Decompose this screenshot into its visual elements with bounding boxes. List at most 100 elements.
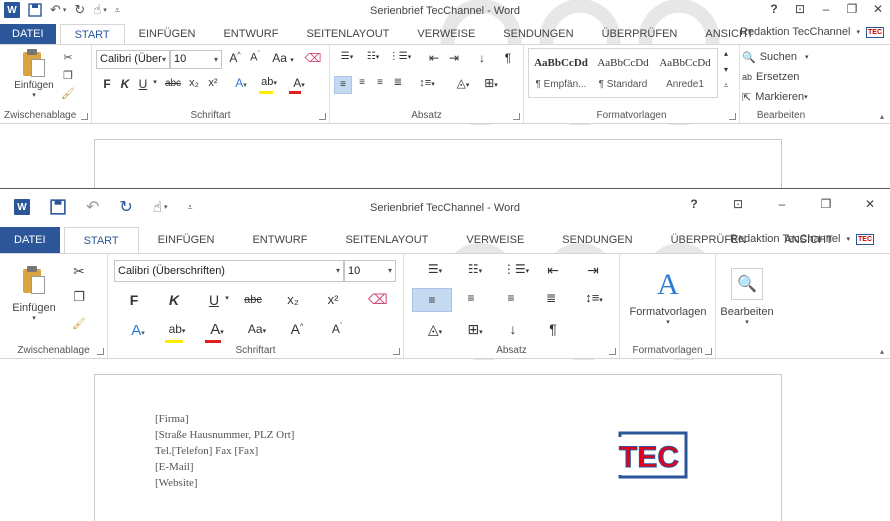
align-center-button[interactable]: ≡ xyxy=(354,77,370,88)
bold-button[interactable]: F xyxy=(126,292,142,308)
show-marks-icon[interactable]: ¶ xyxy=(500,51,516,65)
account-name[interactable]: Redaktion TecChannel xyxy=(730,233,840,245)
numbering-icon[interactable]: ☷▾ xyxy=(362,51,384,62)
font-launcher-icon[interactable] xyxy=(319,113,326,120)
tab-start[interactable]: START xyxy=(63,227,139,254)
multilevel-list-icon[interactable]: ⋮☰▾ xyxy=(502,262,530,276)
tab-verweise[interactable]: VERWEISE xyxy=(447,227,543,253)
decrease-indent-icon[interactable]: ⇤ xyxy=(544,262,562,279)
styles-launcher-icon[interactable] xyxy=(729,113,736,120)
tab-entwurf[interactable]: ENTWURF xyxy=(233,227,326,253)
align-right-button[interactable]: ≡ xyxy=(372,77,388,88)
tab-sendungen[interactable]: SENDUNGEN xyxy=(489,24,587,44)
replace-button[interactable]: ab Ersetzen xyxy=(742,69,799,85)
tab-start[interactable]: START xyxy=(59,24,125,45)
format-painter-icon[interactable]: 🖌 xyxy=(70,314,88,332)
font-color-icon[interactable]: A▾ xyxy=(204,321,230,338)
clear-format-icon[interactable]: ⌫ xyxy=(304,51,322,65)
borders-icon[interactable]: ⊞▾ xyxy=(462,321,488,338)
shading-icon[interactable]: ◬▾ xyxy=(422,321,448,338)
superscript-button[interactable]: x² xyxy=(324,292,342,307)
bullets-icon[interactable]: ☰▾ xyxy=(422,262,448,276)
account-name[interactable]: Redaktion TecChannel xyxy=(740,26,850,38)
tab-ueberpruefen[interactable]: ÜBERPRÜFEN xyxy=(588,24,692,44)
help-icon[interactable]: ? xyxy=(686,197,702,211)
editing-button[interactable]: 🔍 Bearbeiten ▾ xyxy=(718,262,776,332)
clear-format-icon[interactable]: ⌫ xyxy=(368,291,388,308)
justify-button[interactable]: ≣ xyxy=(390,77,406,88)
italic-button[interactable]: K xyxy=(166,292,182,308)
help-icon[interactable]: ? xyxy=(766,2,782,16)
subscript-button[interactable]: x₂ xyxy=(284,292,302,307)
paragraph-launcher-icon[interactable] xyxy=(513,113,520,120)
text-effects-icon[interactable]: A▾ xyxy=(232,76,250,90)
format-painter-icon[interactable]: 🖌 xyxy=(60,85,76,101)
sender-address-block[interactable]: [Firma] [Straße Hausnummer, PLZ Ort] Tel… xyxy=(155,411,294,491)
paste-button[interactable]: Einfügen ▾ xyxy=(12,49,56,99)
strikethrough-button[interactable]: abc xyxy=(242,294,264,306)
underline-button[interactable]: U xyxy=(206,292,222,308)
change-case-button[interactable]: Aa ▾ xyxy=(270,51,296,65)
cut-icon[interactable]: ✂ xyxy=(70,262,88,280)
account-area[interactable]: Redaktion TecChannel ▾ TEC xyxy=(730,233,874,245)
styles-launcher-icon[interactable] xyxy=(705,348,712,355)
chevron-down-icon[interactable]: ▾ xyxy=(856,28,860,36)
numbering-icon[interactable]: ☷▾ xyxy=(462,262,488,276)
change-case-button[interactable]: Aa▾ xyxy=(244,322,270,336)
text-effects-icon[interactable]: A▾ xyxy=(126,322,150,339)
justify-button[interactable]: ≣ xyxy=(542,291,560,305)
scroll-down-icon[interactable]: ▾ xyxy=(720,65,732,74)
close-icon[interactable]: ✕ xyxy=(870,2,886,16)
font-size-combo[interactable]: 10 ▾ xyxy=(344,260,396,282)
shrink-font-icon[interactable]: Aˇ xyxy=(247,51,263,64)
show-marks-icon[interactable]: ¶ xyxy=(544,321,562,337)
chevron-down-icon[interactable]: ▾ xyxy=(150,78,160,86)
more-styles-icon[interactable]: ⩡ xyxy=(720,81,732,91)
font-color-icon[interactable]: A▾ xyxy=(288,76,310,90)
shading-icon[interactable]: ◬▾ xyxy=(452,76,474,90)
ribbon-display-icon[interactable]: ⊡ xyxy=(730,197,746,211)
strikethrough-button[interactable]: abc xyxy=(164,78,182,89)
clipboard-launcher-icon[interactable] xyxy=(81,113,88,120)
copy-icon[interactable]: ❐ xyxy=(60,67,76,83)
font-name-combo[interactable]: Calibri (Über ▾ xyxy=(96,50,170,69)
document-page[interactable] xyxy=(94,139,782,188)
align-center-button[interactable]: ≡ xyxy=(462,291,480,305)
minimize-icon[interactable]: – xyxy=(818,2,834,16)
copy-icon[interactable]: ❐ xyxy=(70,288,88,306)
tab-einfuegen[interactable]: EINFÜGEN xyxy=(125,24,210,44)
scroll-up-icon[interactable]: ▴ xyxy=(720,49,732,58)
sort-icon[interactable]: ↓ xyxy=(474,51,490,65)
account-avatar[interactable]: TEC xyxy=(866,26,884,38)
ribbon-display-icon[interactable]: ⊡ xyxy=(792,2,808,16)
tab-seitenlayout[interactable]: SEITENLAYOUT xyxy=(326,227,447,253)
chevron-down-icon[interactable]: ▾ xyxy=(846,235,850,243)
multilevel-list-icon[interactable]: ⋮☰▾ xyxy=(388,51,412,62)
superscript-button[interactable]: x² xyxy=(205,77,221,89)
cut-icon[interactable]: ✂ xyxy=(60,49,76,65)
underline-button[interactable]: U xyxy=(136,77,150,91)
bold-button[interactable]: F xyxy=(100,77,114,91)
borders-icon[interactable]: ⊞▾ xyxy=(480,76,502,90)
style-anrede1[interactable]: AaBbCcDd Anrede1 xyxy=(655,57,715,90)
subscript-button[interactable]: x₂ xyxy=(186,77,202,89)
restore-icon[interactable]: ❐ xyxy=(818,197,834,211)
chevron-down-icon[interactable]: ▾ xyxy=(222,294,232,302)
sort-icon[interactable]: ↓ xyxy=(504,321,522,337)
clipboard-launcher-icon[interactable] xyxy=(97,348,104,355)
decrease-indent-icon[interactable]: ⇤ xyxy=(426,51,442,65)
tab-seitenlayout[interactable]: SEITENLAYOUT xyxy=(292,24,403,44)
close-icon[interactable]: ✕ xyxy=(862,197,878,211)
font-name-combo[interactable]: Calibri (Überschriften) ▾ xyxy=(114,260,344,282)
grow-font-icon[interactable]: A^ xyxy=(227,51,243,65)
collapse-ribbon-icon[interactable]: ▴ xyxy=(880,112,884,121)
highlight-icon[interactable]: ab▾ xyxy=(164,322,190,336)
document-page[interactable]: [Firma] [Straße Hausnummer, PLZ Ort] Tel… xyxy=(94,374,782,521)
paste-button[interactable]: Einfügen ▾ xyxy=(10,262,58,326)
account-area[interactable]: Redaktion TecChannel ▾ TEC xyxy=(740,26,884,38)
line-spacing-icon[interactable]: ↕≡▾ xyxy=(580,290,608,305)
select-button[interactable]: ⇱ Markieren ▾ xyxy=(742,89,808,105)
align-left-button[interactable]: ≡ xyxy=(412,288,452,312)
font-size-combo[interactable]: 10 ▾ xyxy=(170,50,222,69)
font-launcher-icon[interactable] xyxy=(393,348,400,355)
